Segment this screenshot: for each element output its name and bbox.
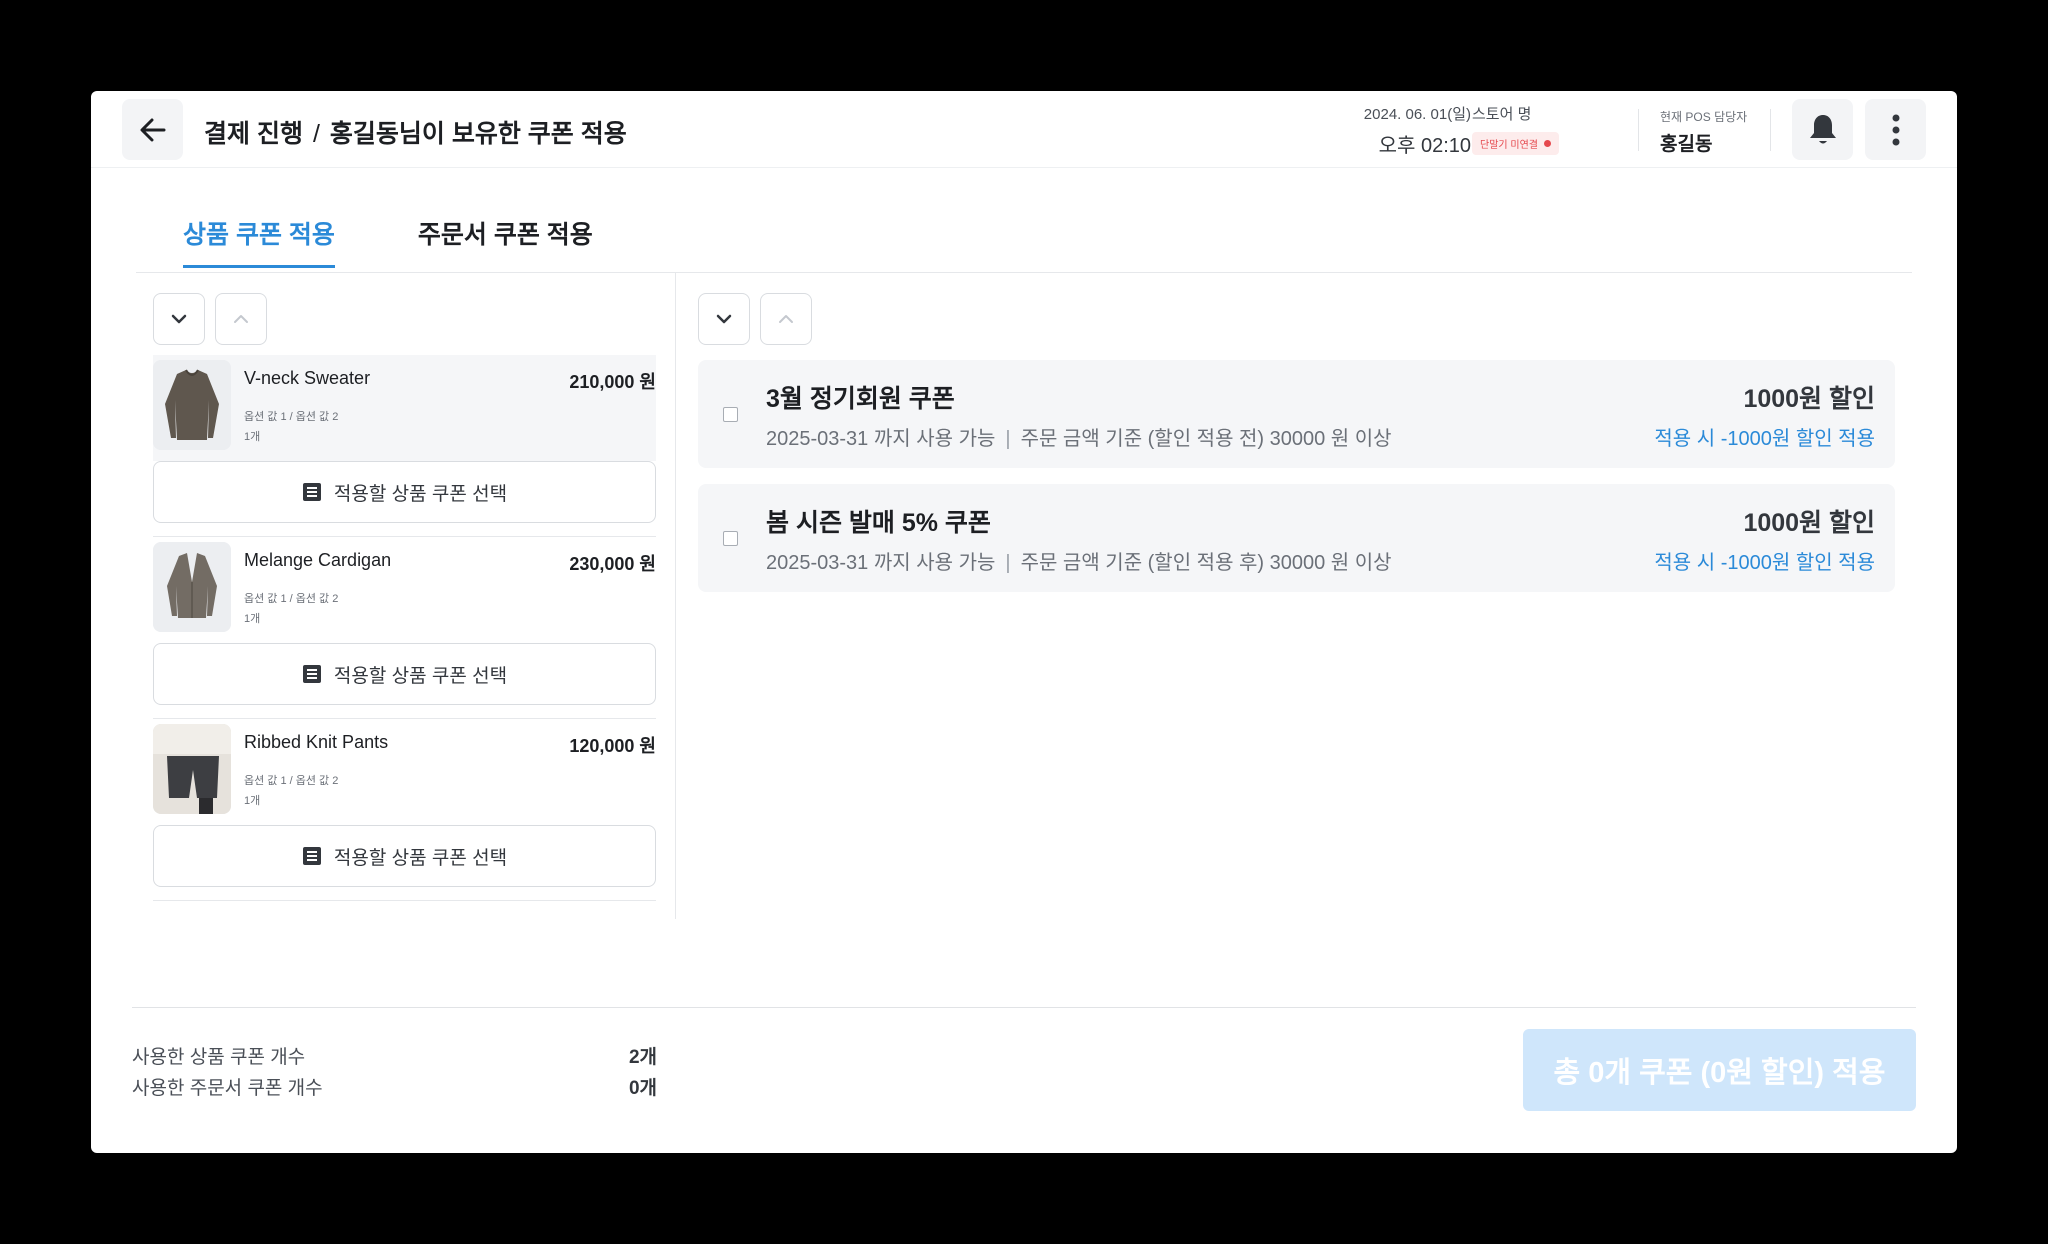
bell-icon (1809, 114, 1836, 143)
coupon-condition: 주문 금액 기준 (할인 적용 전) 30000 원 이상 (1020, 428, 1392, 450)
chevron-down-icon (171, 314, 187, 324)
product-options: 옵션 값 1 / 옵션 값 2 (244, 411, 339, 423)
notification-button[interactable] (1792, 99, 1853, 160)
tab-order-coupon[interactable]: 주문서 쿠폰 적용 (418, 213, 593, 265)
product-name: V-neck Sweater (244, 368, 371, 388)
current-date: 2024. 06. 01(일) (1363, 106, 1471, 123)
product-quantity: 1개 (244, 613, 261, 625)
select-product-coupon-button[interactable]: 적용할 상품 쿠폰 선택 (153, 825, 656, 887)
back-button[interactable] (122, 99, 183, 160)
product-price: 120,000 원 (569, 736, 656, 756)
coupon-expiry: 2025-03-31 까지 사용 가능 (766, 428, 996, 450)
coupon-apply-preview: 적용 시 -1000원 할인 적용 (1654, 428, 1875, 450)
coupon-expiry: 2025-03-31 까지 사용 가능 (766, 552, 996, 574)
product-name: Melange Cardigan (244, 550, 392, 570)
coupon-discount-amount: 1000원 할인 (1743, 385, 1875, 413)
order-coupon-summary: 사용한 주문서 쿠폰 개수 0개 (132, 1073, 657, 1100)
coupon-condition: 주문 금액 기준 (할인 적용 후) 30000 원 이상 (1020, 552, 1392, 574)
terminal-status-text: 단말기 미연결 (1480, 140, 1538, 151)
product-price: 230,000 원 (569, 554, 656, 574)
tab-product-coupon[interactable]: 상품 쿠폰 적용 (183, 213, 335, 268)
list-icon (302, 483, 321, 501)
back-arrow-icon (140, 118, 165, 141)
panel-divider (675, 273, 676, 919)
product-image (153, 724, 231, 814)
coupon-scroll-down-button[interactable] (698, 293, 750, 345)
coupon-name: 3월 정기회원 쿠폰 (766, 385, 955, 413)
apply-coupons-button[interactable]: 총 0개 쿠폰 (0원 할인) 적용 (1523, 1029, 1916, 1111)
product-name: Ribbed Knit Pants (244, 732, 389, 752)
current-time: 오후 02:10 (1378, 135, 1471, 157)
coupon-discount-amount: 1000원 할인 (1743, 509, 1875, 537)
chevron-down-icon (716, 314, 732, 324)
product-quantity: 1개 (244, 431, 261, 443)
breadcrumb-separator: / (312, 120, 320, 148)
product-coupon-count-label: 사용한 상품 쿠폰 개수 (132, 1047, 306, 1068)
product-coupon-summary: 사용한 상품 쿠폰 개수 2개 (132, 1042, 657, 1069)
header-divider (1638, 109, 1639, 151)
top-header: 결제 진행 / 홍길동님이 보유한 쿠폰 적용 2024. 06. 01(일) 오후… (91, 91, 1957, 168)
chevron-up-icon (234, 315, 248, 323)
datetime: 2024. 06. 01(일) 오후 02:10 (1271, 103, 1471, 158)
more-vertical-icon (1892, 114, 1899, 145)
select-product-coupon-button[interactable]: 적용할 상품 쿠폰 선택 (153, 461, 656, 523)
description-separator: | (1005, 428, 1011, 450)
terminal-status-badge: 단말기 미연결 (1472, 132, 1559, 155)
status-dot-icon (1543, 140, 1551, 147)
footer-divider (132, 1007, 1916, 1008)
breadcrumb-parent: 결제 진행 (204, 120, 303, 148)
breadcrumb: 결제 진행 / 홍길동님이 보유한 쿠폰 적용 (204, 114, 627, 150)
coupon-tabs: 상품 쿠폰 적용 주문서 쿠폰 적용 (183, 213, 593, 281)
chevron-up-icon (779, 315, 793, 323)
product-coupon-count: 2개 (628, 1047, 657, 1068)
page-title: 홍길동님이 보유한 쿠폰 적용 (329, 120, 627, 148)
staff-info: 현재 POS 담당자 홍길동 (1660, 108, 1747, 156)
product-options: 옵션 값 1 / 옵션 값 2 (244, 775, 339, 787)
more-button[interactable] (1865, 99, 1926, 160)
scroll-up-button[interactable] (215, 293, 267, 345)
coupon-checkbox[interactable] (723, 531, 738, 546)
header-divider (1770, 109, 1771, 151)
select-product-coupon-label: 적용할 상품 쿠폰 선택 (333, 665, 508, 687)
select-product-coupon-button[interactable]: 적용할 상품 쿠폰 선택 (153, 643, 656, 705)
product-row[interactable]: V-neck Sweater 210,000 원 옵션 값 1 / 옵션 값 2… (153, 355, 656, 461)
staff-name: 홍길동 (1660, 134, 1713, 155)
order-coupon-count-label: 사용한 주문서 쿠폰 개수 (132, 1078, 323, 1099)
product-item: Ribbed Knit Pants 120,000 원 옵션 값 1 / 옵션 … (153, 719, 656, 901)
store-name: 스토어 명 (1472, 106, 1532, 123)
list-icon (302, 847, 321, 865)
product-image (153, 542, 231, 632)
store-info: 스토어 명 단말기 미연결 (1472, 103, 1559, 155)
order-coupon-count: 0개 (628, 1078, 657, 1099)
product-divider (153, 900, 656, 901)
coupon-apply-preview: 적용 시 -1000원 할인 적용 (1654, 552, 1875, 574)
product-item: V-neck Sweater 210,000 원 옵션 값 1 / 옵션 값 2… (153, 355, 656, 537)
select-product-coupon-label: 적용할 상품 쿠폰 선택 (333, 483, 508, 505)
pants-image (153, 724, 231, 814)
coupon-name: 봄 시즌 발매 5% 쿠폰 (766, 509, 991, 537)
coupon-card[interactable]: 3월 정기회원 쿠폰 2025-03-31 까지 사용 가능 | 주문 금액 기준 … (698, 360, 1895, 468)
tabs-divider (136, 272, 1912, 273)
coupon-card[interactable]: 봄 시즌 발매 5% 쿠폰 2025-03-31 까지 사용 가능 | 주문 금액 … (698, 484, 1895, 592)
product-price: 210,000 원 (569, 372, 656, 392)
scroll-down-button[interactable] (153, 293, 205, 345)
cardigan-image (153, 542, 231, 632)
coupon-description: 2025-03-31 까지 사용 가능 | 주문 금액 기준 (할인 적용 전) 3… (766, 422, 1392, 451)
product-image (153, 360, 231, 450)
sweater-image (153, 360, 231, 450)
staff-label: 현재 POS 담당자 (1660, 110, 1748, 124)
list-icon (302, 665, 321, 683)
product-row[interactable]: Melange Cardigan 230,000 원 옵션 값 1 / 옵션 값… (153, 537, 656, 643)
product-row[interactable]: Ribbed Knit Pants 120,000 원 옵션 값 1 / 옵션 … (153, 719, 656, 825)
select-product-coupon-label: 적용할 상품 쿠폰 선택 (333, 847, 508, 869)
coupon-scroll-up-button[interactable] (760, 293, 812, 345)
coupon-checkbox[interactable] (723, 407, 738, 422)
pos-screen: 결제 진행 / 홍길동님이 보유한 쿠폰 적용 2024. 06. 01(일) 오후… (91, 91, 1957, 1153)
product-item: Melange Cardigan 230,000 원 옵션 값 1 / 옵션 값… (153, 537, 656, 719)
description-separator: | (1005, 552, 1011, 574)
coupon-description: 2025-03-31 까지 사용 가능 | 주문 금액 기준 (할인 적용 후) 3… (766, 546, 1392, 575)
product-options: 옵션 값 1 / 옵션 값 2 (244, 593, 339, 605)
product-quantity: 1개 (244, 795, 261, 807)
